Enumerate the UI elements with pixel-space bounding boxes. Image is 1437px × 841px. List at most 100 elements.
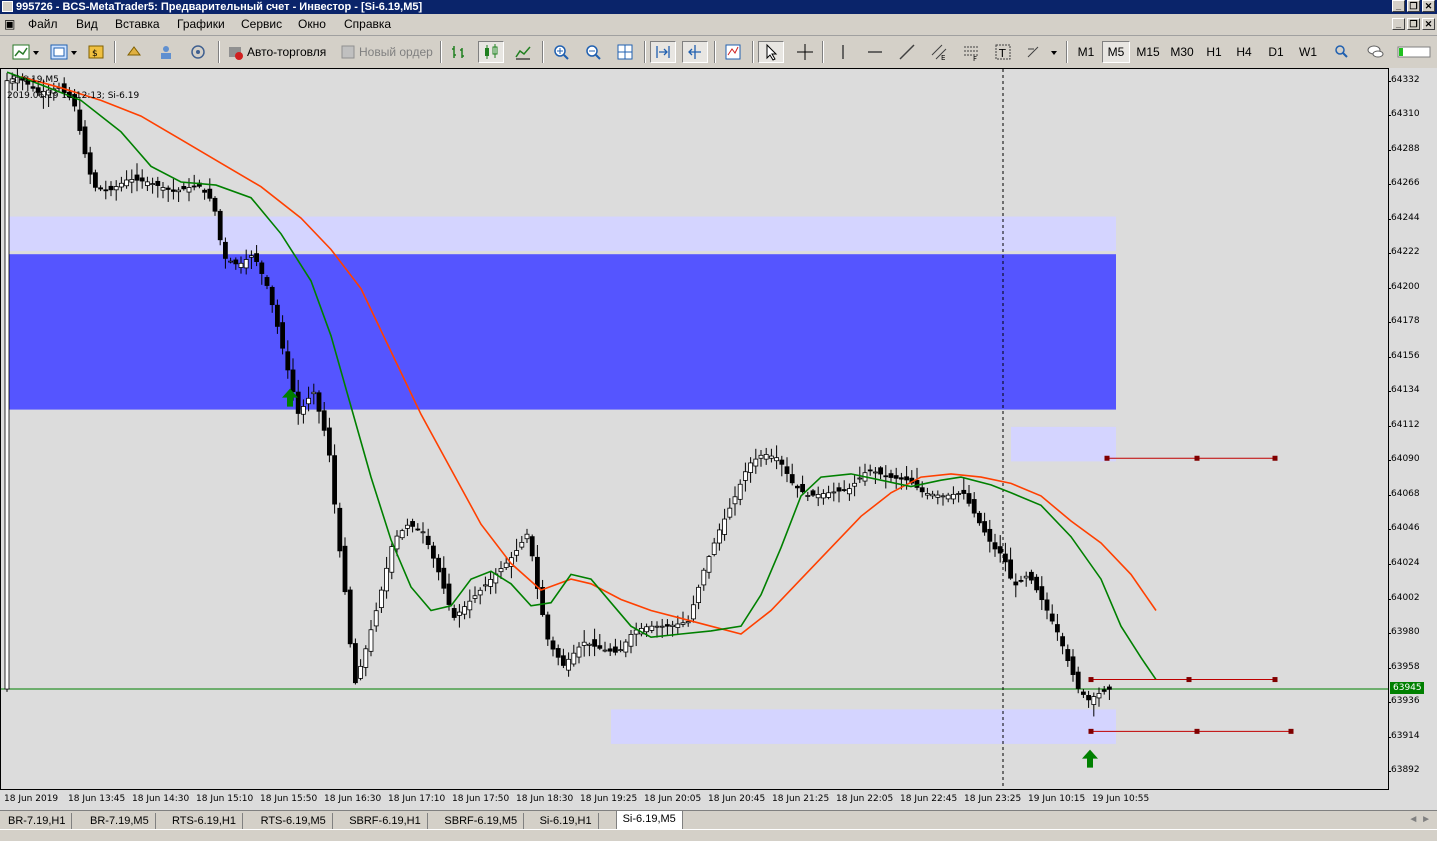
candle-body: [737, 483, 743, 500]
auto-trading-label: Авто-торговля: [247, 45, 327, 59]
chart-tab[interactable]: RTS-6.19,H1: [166, 813, 243, 829]
svg-text:F: F: [973, 55, 977, 61]
cursor-tool-icon[interactable]: [758, 41, 784, 63]
candle-body: [987, 528, 993, 542]
menu-insert[interactable]: Вставка: [115, 17, 160, 31]
menu-charts[interactable]: Графики: [177, 17, 225, 31]
auto-trading-button[interactable]: Авто-торговля: [226, 41, 330, 63]
price-chart[interactable]: [1, 69, 1389, 790]
chart-tab[interactable]: SBRF-6.19,M5: [438, 813, 525, 829]
menu-window[interactable]: Окно: [298, 17, 326, 31]
navigator-icon[interactable]: [154, 41, 178, 63]
level-marker: [1194, 728, 1200, 734]
timeframe-h4-button[interactable]: H4: [1230, 41, 1258, 63]
chart-tab[interactable]: BR-7.19,H1: [2, 813, 73, 829]
vertical-line-tool-icon[interactable]: [830, 41, 856, 63]
chart-tab[interactable]: RTS-6.19,M5: [255, 813, 333, 829]
candle-body: [685, 621, 691, 624]
time-tick-label: 18 Jun 2019: [4, 794, 59, 804]
candle-body: [378, 589, 384, 608]
bar-chart-button[interactable]: [446, 41, 472, 63]
zoom-in-icon[interactable]: [548, 41, 574, 63]
price-tick-label: 64310: [1388, 109, 1420, 120]
candle-body: [1086, 695, 1091, 701]
candle-body: [940, 495, 946, 498]
crosshair-tool-icon[interactable]: [792, 41, 818, 63]
text-tool-icon[interactable]: T: [990, 41, 1016, 63]
candle-body: [394, 535, 400, 550]
horizontal-line-tool-icon[interactable]: [862, 41, 888, 63]
chart-tab[interactable]: SBRF-6.19,H1: [343, 813, 428, 829]
market-watch-icon[interactable]: $: [84, 41, 108, 63]
candle-body: [654, 625, 660, 628]
timeframe-m30-button[interactable]: M30: [1166, 41, 1198, 63]
chart-shift-button[interactable]: [682, 41, 708, 63]
equidistant-channel-tool-icon[interactable]: E: [926, 41, 952, 63]
signals-icon[interactable]: [186, 41, 210, 63]
chart-tab[interactable]: Si-6.19,H1: [534, 813, 599, 829]
profiles-button[interactable]: [46, 41, 80, 63]
line-chart-button[interactable]: [510, 41, 536, 63]
candle-body: [316, 392, 322, 412]
candle-body: [581, 641, 587, 646]
candle-body: [144, 181, 150, 186]
timeframe-m1-button[interactable]: M1: [1072, 41, 1100, 63]
fibonacci-tool-icon[interactable]: F: [958, 41, 984, 63]
child-restore-button[interactable]: ❐: [1407, 18, 1420, 30]
minimize-button[interactable]: _: [1392, 0, 1405, 12]
tab-scroll-arrows[interactable]: ◄ ►: [1408, 814, 1431, 825]
new-order-button[interactable]: Новый ордер: [338, 41, 434, 63]
candle-body: [160, 187, 166, 191]
candle-body: [831, 491, 837, 494]
shapes-tool-icon[interactable]: [1022, 41, 1062, 63]
chart-tab[interactable]: Si-6.19,M5: [615, 811, 683, 830]
timeframe-m5-button[interactable]: M5: [1102, 41, 1130, 63]
menu-file[interactable]: Файл: [28, 17, 58, 31]
candle-body: [103, 189, 109, 192]
candle-body: [113, 186, 119, 191]
candle-body: [587, 643, 592, 646]
new-chart-button[interactable]: [8, 41, 42, 63]
child-minimize-button[interactable]: _: [1392, 18, 1405, 30]
candle-body: [727, 507, 733, 518]
chart-window[interactable]: Si-6.19,M5 2019.06.19 11:12:13; Si-6.19: [0, 68, 1389, 790]
chart-symbol-label: Si-6.19,M5: [11, 75, 59, 85]
price-axis[interactable]: 64332 64310 64288 64266 64244 64222 64200 64178…: [1388, 68, 1437, 790]
auto-scroll-button[interactable]: [650, 41, 676, 63]
restore-button[interactable]: ❐: [1407, 0, 1420, 12]
candle-body: [649, 625, 655, 631]
candle-body: [176, 189, 182, 193]
chat-icon[interactable]: [1362, 41, 1388, 63]
timeframe-m15-button[interactable]: M15: [1132, 41, 1164, 63]
close-button[interactable]: ✕: [1422, 0, 1435, 12]
candlestick-chart-button[interactable]: [478, 41, 504, 63]
candle-body: [1039, 586, 1045, 601]
indicators-icon[interactable]: [720, 41, 746, 63]
trendline-tool-icon[interactable]: [894, 41, 920, 63]
child-close-button[interactable]: ✕: [1422, 18, 1435, 30]
timeframe-h1-button[interactable]: H1: [1200, 41, 1228, 63]
timeframe-d1-button[interactable]: D1: [1262, 41, 1290, 63]
time-tick-label: 18 Jun 18:30: [516, 794, 574, 804]
candle-body: [758, 454, 764, 459]
data-window-icon[interactable]: [122, 41, 146, 63]
timeframe-w1-button[interactable]: W1: [1294, 41, 1322, 63]
candle-body: [124, 179, 129, 187]
candle-body: [670, 624, 675, 627]
zoom-out-icon[interactable]: [580, 41, 606, 63]
tile-windows-icon[interactable]: [612, 41, 638, 63]
connection-status-icon[interactable]: [1394, 41, 1434, 63]
search-icon[interactable]: [1328, 41, 1354, 63]
candle-body: [207, 188, 213, 199]
menu-tools[interactable]: Сервис: [241, 17, 282, 31]
candle-body: [748, 462, 753, 473]
candle-body: [488, 579, 494, 587]
time-tick-label: 18 Jun 13:45: [68, 794, 126, 804]
window-title: 995726 - BCS-MetaTrader5: Предварительны…: [16, 1, 423, 13]
chart-menu-icon[interactable]: ▣: [4, 17, 15, 31]
menu-help[interactable]: Справка: [344, 17, 391, 31]
chart-tab[interactable]: BR-7.19,M5: [84, 813, 156, 829]
time-axis[interactable]: 18 Jun 2019 18 Jun 13:45 18 Jun 14:30 18 Ju…: [0, 790, 1437, 810]
menu-view[interactable]: Вид: [76, 17, 98, 31]
candle-body: [352, 643, 358, 684]
